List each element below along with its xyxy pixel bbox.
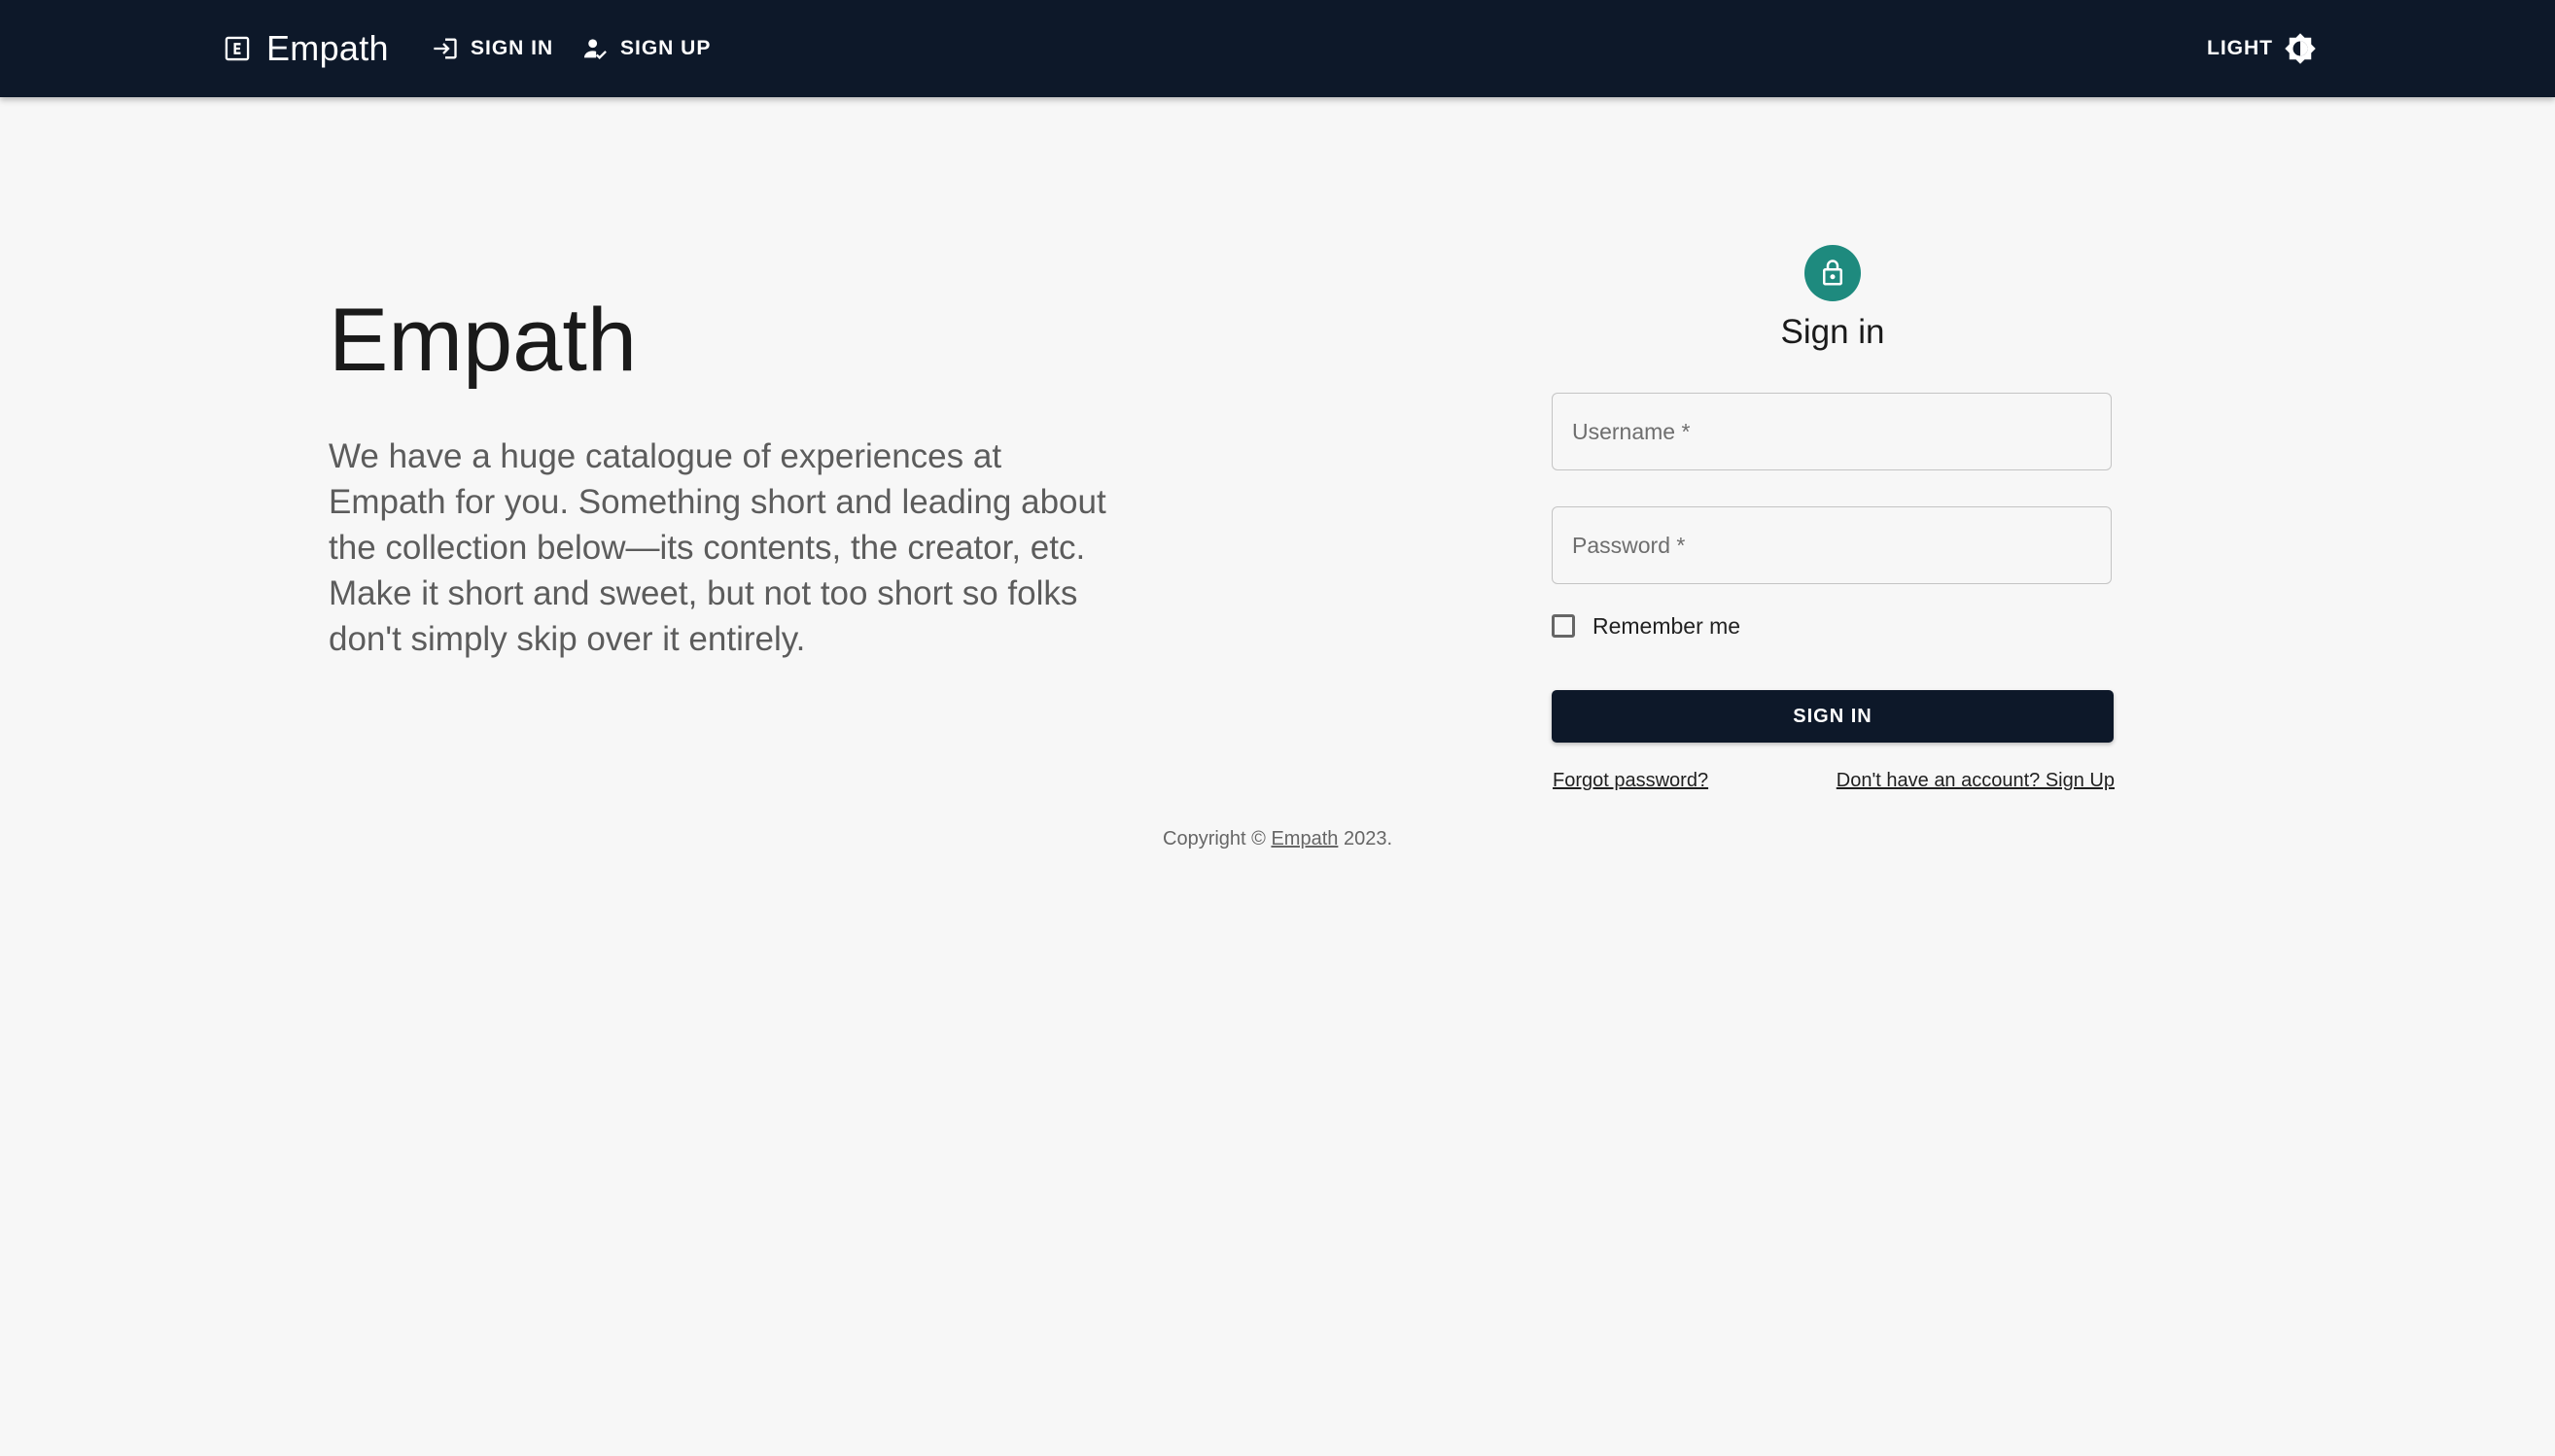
- person-add-icon: [581, 35, 609, 62]
- nav-sign-up-label: SIGN UP: [620, 37, 712, 59]
- sign-up-link[interactable]: Don't have an account? Sign Up: [1837, 770, 2115, 792]
- nav-sign-in-label: SIGN IN: [471, 37, 554, 59]
- lock-avatar: [1804, 245, 1861, 301]
- hero-title: Empath: [329, 291, 638, 390]
- sign-in-submit-button[interactable]: SIGN IN: [1552, 690, 2114, 743]
- nav-sign-up-button[interactable]: SIGN UP: [581, 31, 711, 66]
- brand[interactable]: Empath: [224, 25, 389, 72]
- hero-description: We have a huge catalogue of experiences …: [329, 437, 1106, 658]
- brand-title: Empath: [266, 28, 389, 68]
- forgot-password-link[interactable]: Forgot password?: [1553, 770, 1708, 792]
- letter-e-box-icon: [224, 35, 251, 62]
- password-input[interactable]: [1553, 507, 2111, 583]
- login-icon: [432, 35, 459, 62]
- brightness-icon: [2283, 31, 2318, 66]
- remember-me[interactable]: Remember me: [1552, 610, 1740, 641]
- remember-me-label: Remember me: [1592, 612, 1741, 639]
- copyright-prefix: Copyright ©: [1163, 828, 1272, 849]
- username-field[interactable]: [1552, 393, 2112, 470]
- theme-label: LIGHT: [2207, 37, 2273, 59]
- theme-toggle-button[interactable]: LIGHT: [2207, 27, 2318, 70]
- password-field[interactable]: [1552, 506, 2112, 584]
- app-bar: Empath SIGN IN SIGN UP LIGHT: [0, 0, 2555, 97]
- remember-me-checkbox[interactable]: [1552, 614, 1575, 638]
- copyright: Copyright © Empath 2023.: [0, 828, 2555, 850]
- sign-in-heading: Sign in: [1780, 313, 1885, 351]
- lock-icon: [1818, 259, 1847, 288]
- nav-sign-in-button[interactable]: SIGN IN: [432, 31, 553, 66]
- copyright-link[interactable]: Empath: [1271, 828, 1338, 849]
- username-input[interactable]: [1553, 394, 2111, 469]
- copyright-suffix: 2023.: [1338, 828, 1392, 849]
